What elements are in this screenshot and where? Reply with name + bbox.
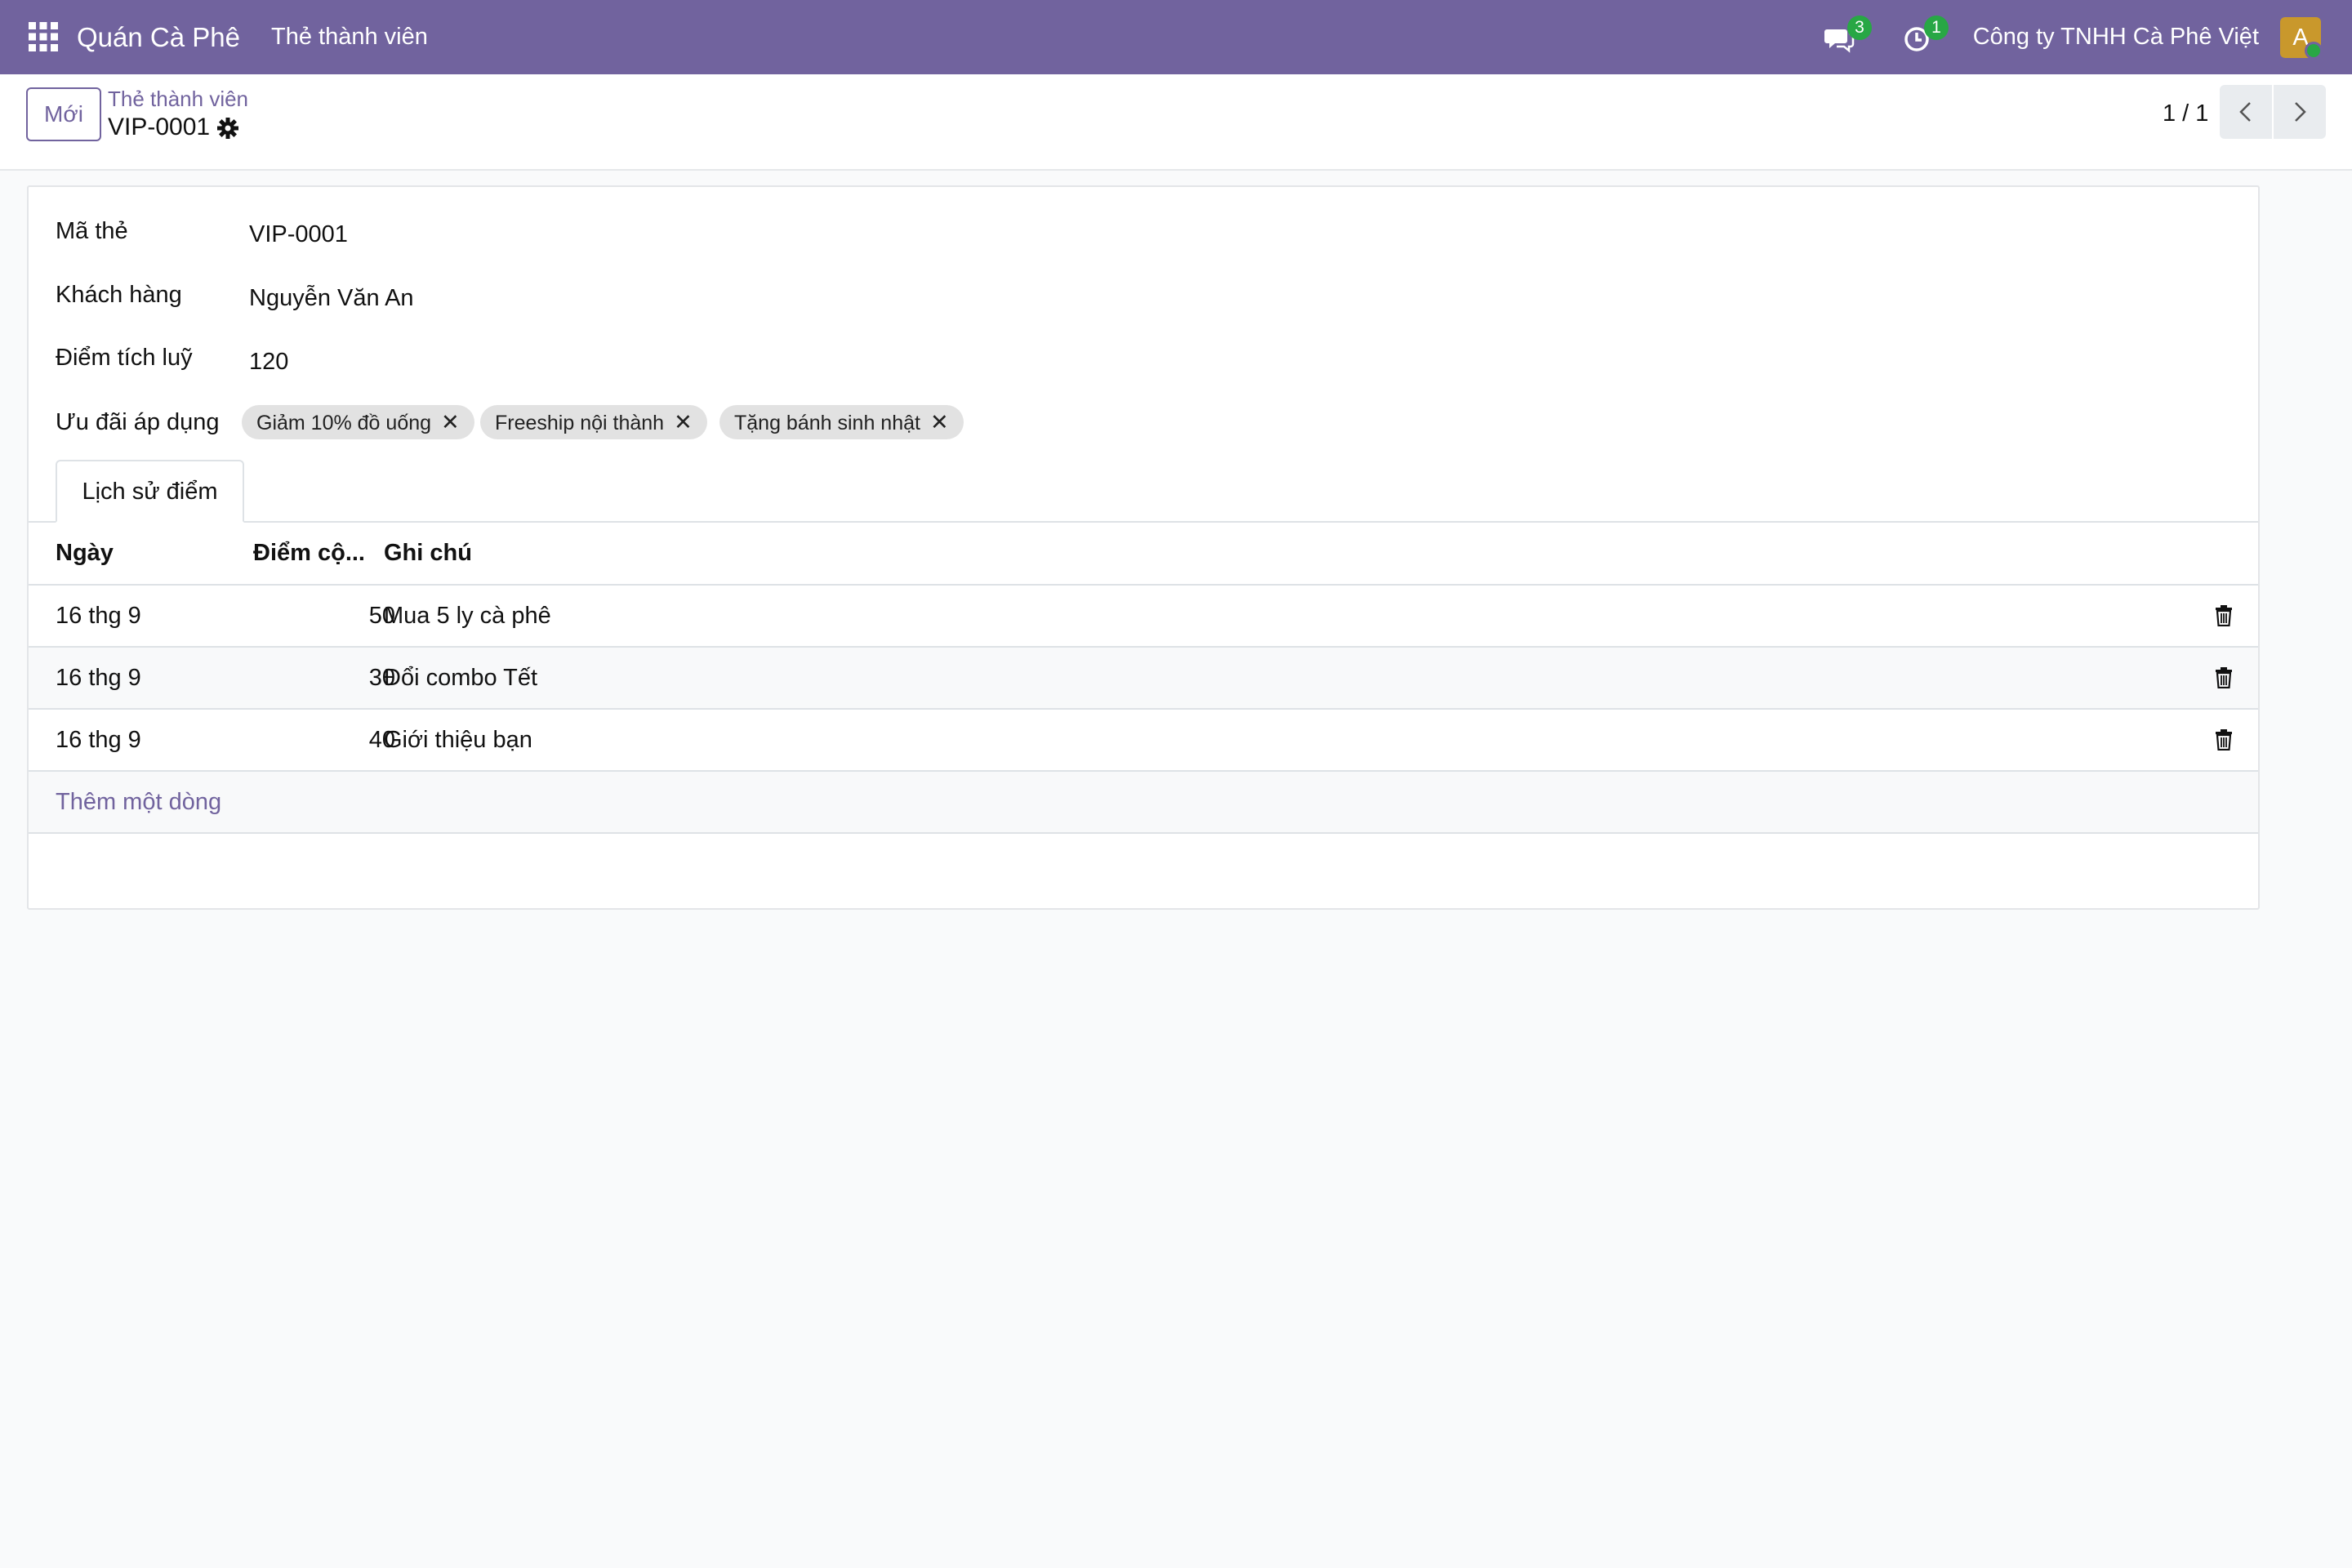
- breadcrumb-current: VIP-0001: [108, 114, 211, 140]
- card-code-field[interactable]: VIP-0001: [249, 221, 348, 248]
- row-note: Giới thiệu bạn: [384, 727, 532, 753]
- offer-tag: Tặng bánh sinh nhật ✕: [719, 405, 964, 439]
- trash-icon[interactable]: [2214, 729, 2234, 751]
- close-icon[interactable]: ✕: [674, 410, 693, 434]
- app-brand[interactable]: Quán Cà Phê: [77, 0, 240, 74]
- apps-menu-icon[interactable]: [27, 20, 60, 53]
- row-date: 16 thg 9: [56, 603, 141, 629]
- customer-field[interactable]: Nguyễn Văn An: [249, 285, 414, 312]
- form-sheet: Mã thẻ VIP-0001 Khách hàng Nguyễn Văn An…: [27, 185, 2260, 910]
- control-panel: Mới Thẻ thành viên VIP-0001 1 / 1: [0, 74, 2352, 171]
- add-line-link[interactable]: Thêm một dòng: [56, 772, 221, 832]
- row-date: 16 thg 9: [56, 665, 141, 691]
- online-status-dot: [2305, 42, 2323, 60]
- messages-badge: 3: [1847, 16, 1872, 40]
- offer-tag-label: Tặng bánh sinh nhật: [734, 412, 920, 434]
- chevron-right-icon: [2295, 102, 2306, 122]
- add-line-row: [29, 772, 2258, 832]
- pager-previous-button[interactable]: [2220, 85, 2272, 139]
- gear-icon[interactable]: [216, 117, 239, 140]
- column-header-note[interactable]: Ghi chú: [384, 540, 472, 567]
- offer-tag-label: Giảm 10% đồ uống: [256, 412, 432, 434]
- column-header-points[interactable]: Điểm cộ...: [253, 540, 365, 567]
- customer-label: Khách hàng: [56, 282, 182, 308]
- trash-icon[interactable]: [2214, 605, 2234, 626]
- offers-label: Ưu đãi áp dụng: [56, 409, 220, 435]
- trash-icon[interactable]: [2214, 667, 2234, 688]
- close-icon[interactable]: ✕: [930, 410, 949, 434]
- new-button[interactable]: Mới: [26, 87, 101, 141]
- row-divider: [29, 832, 2258, 834]
- offer-tag: Freeship nội thành ✕: [480, 405, 707, 439]
- row-date: 16 thg 9: [56, 727, 141, 753]
- table-row[interactable]: 16 thg 9 30 Đổi combo Tết: [29, 648, 2258, 708]
- points-label: Điểm tích luỹ: [56, 345, 193, 371]
- row-note: Mua 5 ly cà phê: [384, 603, 551, 629]
- chevron-left-icon: [2239, 102, 2251, 122]
- company-switcher[interactable]: Công ty TNHH Cà Phê Việt: [1973, 0, 2259, 74]
- tab-points-history[interactable]: Lịch sử điểm: [56, 460, 244, 523]
- row-note: Đổi combo Tết: [384, 665, 538, 691]
- activities-badge: 1: [1924, 16, 1949, 40]
- table-row[interactable]: 16 thg 9 40 Giới thiệu bạn: [29, 710, 2258, 770]
- close-icon[interactable]: ✕: [441, 410, 460, 434]
- menu-item-membership-cards[interactable]: Thẻ thành viên: [271, 0, 428, 74]
- row-points: 30: [368, 665, 395, 691]
- offer-tag-label: Freeship nội thành: [495, 412, 665, 434]
- tabs-divider: [29, 521, 2258, 523]
- table-row[interactable]: 16 thg 9 50 Mua 5 ly cà phê: [29, 586, 2258, 646]
- pager-value[interactable]: 1 / 1: [2163, 100, 2208, 127]
- pager-next-button[interactable]: [2274, 85, 2326, 139]
- row-points: 40: [368, 727, 395, 753]
- row-points: 50: [368, 603, 395, 629]
- column-header-date[interactable]: Ngày: [56, 540, 114, 567]
- points-field[interactable]: 120: [249, 349, 288, 376]
- breadcrumb-parent-link[interactable]: Thẻ thành viên: [108, 87, 248, 112]
- offer-tag: Giảm 10% đồ uống ✕: [242, 405, 474, 439]
- top-navbar: Quán Cà Phê Thẻ thành viên 3 1 Công ty T…: [0, 0, 2352, 74]
- card-code-label: Mã thẻ: [56, 218, 128, 244]
